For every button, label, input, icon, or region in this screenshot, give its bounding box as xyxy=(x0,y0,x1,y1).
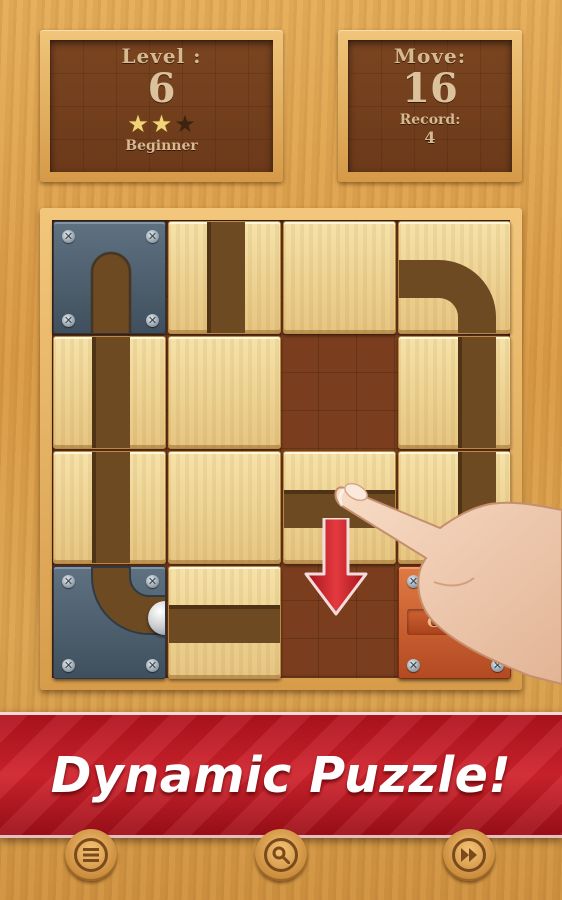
search-icon xyxy=(264,838,298,872)
record-label: Record: xyxy=(399,112,461,128)
tile-vertical-track[interactable] xyxy=(53,451,166,564)
tile-curve[interactable] xyxy=(398,221,511,334)
track-straight xyxy=(92,452,130,563)
tile-start-fixed: ✕ ✕ ✕ ✕ xyxy=(53,221,166,334)
screw-icon: ✕ xyxy=(62,314,75,327)
move-count: 16 xyxy=(402,65,458,112)
screw-icon: ✕ xyxy=(62,659,75,672)
tile-horizontal-track[interactable] xyxy=(168,566,281,679)
level-value: 6 xyxy=(147,65,176,112)
tile-blank[interactable] xyxy=(168,336,281,449)
screw-icon: ✕ xyxy=(146,575,159,588)
fast-forward-icon xyxy=(452,838,486,872)
menu-button[interactable] xyxy=(65,829,117,881)
menu-icon xyxy=(74,838,108,872)
star-icon-filled: ★ xyxy=(127,110,149,138)
move-panel: Move: 16 Record: 4 xyxy=(338,30,522,182)
tile-blank[interactable] xyxy=(283,221,396,334)
screw-icon: ✕ xyxy=(146,314,159,327)
screw-icon: ✕ xyxy=(146,659,159,672)
difficulty-label: Beginner xyxy=(125,138,198,154)
star-rating: ★ ★ ★ xyxy=(127,112,196,136)
promo-banner: Dynamic Puzzle! xyxy=(0,712,562,838)
record-value: 4 xyxy=(424,128,436,147)
tile-vertical-track[interactable] xyxy=(168,221,281,334)
star-icon-filled: ★ xyxy=(150,110,173,138)
hint-button[interactable] xyxy=(255,829,307,881)
tile-vertical-track[interactable] xyxy=(398,336,511,449)
tile-vertical-track[interactable] xyxy=(53,336,166,449)
screw-icon: ✕ xyxy=(62,230,75,243)
screw-icon: ✕ xyxy=(62,575,75,588)
tile-blank[interactable] xyxy=(168,451,281,564)
track-curve xyxy=(399,260,496,333)
track-straight xyxy=(169,605,280,643)
screw-icon: ✕ xyxy=(146,230,159,243)
level-panel: Level : 6 ★ ★ ★ Beginner xyxy=(40,30,283,182)
skip-button[interactable] xyxy=(443,829,495,881)
track-straight xyxy=(92,337,130,448)
pointing-hand-icon xyxy=(334,482,562,686)
banner-text: Dynamic Puzzle! xyxy=(50,746,512,804)
star-icon-empty: ★ xyxy=(174,110,196,138)
track-straight xyxy=(207,222,245,333)
tile-curve-fixed: ✕ ✕ ✕ ✕ xyxy=(53,566,166,679)
track-straight xyxy=(458,337,496,448)
